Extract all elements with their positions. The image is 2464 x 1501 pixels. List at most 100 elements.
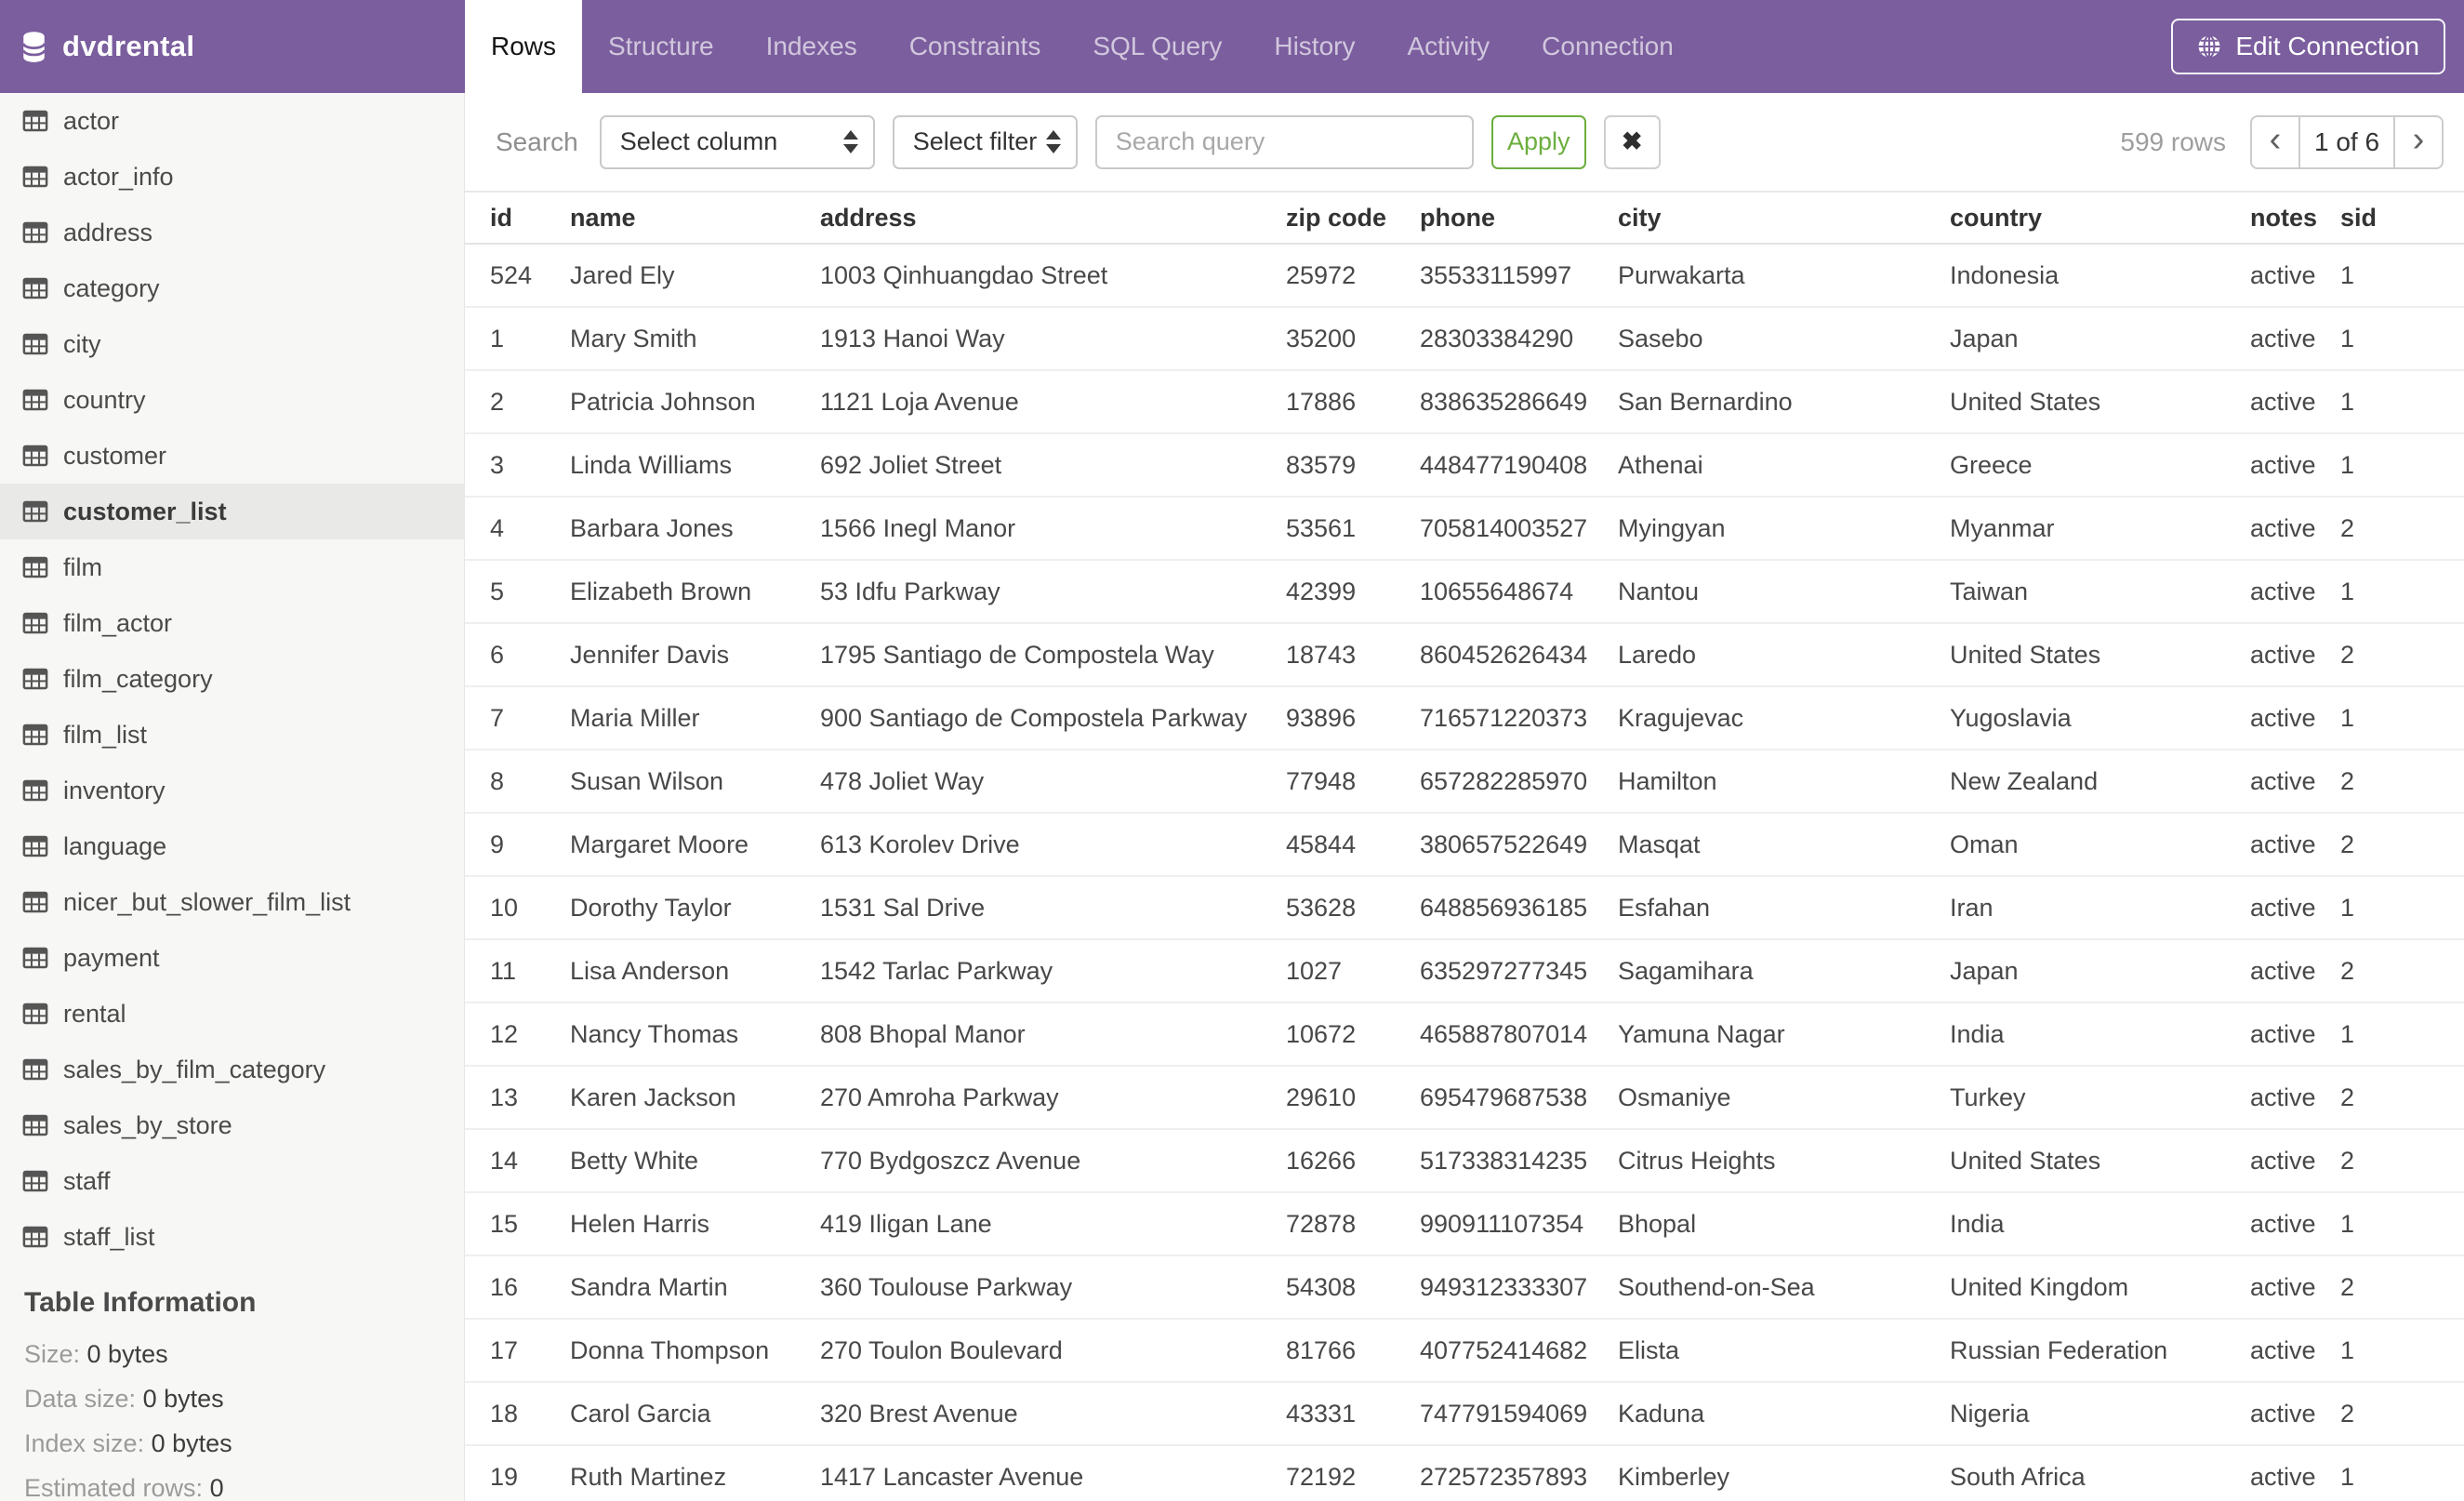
sidebar-item-table[interactable]: address: [0, 205, 464, 260]
cell-zip-code: 77948: [1286, 750, 1420, 814]
table-row[interactable]: 1 Mary Smith 1913 Hanoi Way 35200 283033…: [465, 307, 2464, 371]
sidebar-item-table[interactable]: nicer_but_slower_film_list: [0, 874, 464, 930]
sidebar-item-table[interactable]: actor: [0, 93, 464, 149]
table-row[interactable]: 6 Jennifer Davis 1795 Santiago de Compos…: [465, 623, 2464, 687]
cell-zip-code: 35200: [1286, 307, 1420, 371]
sidebar-item-table[interactable]: film_actor: [0, 595, 464, 651]
table-row[interactable]: 18 Carol Garcia 320 Brest Avenue 43331 7…: [465, 1382, 2464, 1446]
table-row[interactable]: 8 Susan Wilson 478 Joliet Way 77948 6572…: [465, 750, 2464, 814]
search-query-input[interactable]: [1094, 114, 1474, 169]
table-row[interactable]: 10 Dorothy Taylor 1531 Sal Drive 53628 6…: [465, 876, 2464, 940]
sidebar-item-table[interactable]: film: [0, 539, 464, 595]
sidebar-item-table[interactable]: inventory: [0, 763, 464, 818]
table-row[interactable]: 7 Maria Miller 900 Santiago de Compostel…: [465, 686, 2464, 750]
column-header[interactable]: address: [820, 193, 1286, 245]
table-row[interactable]: 13 Karen Jackson 270 Amroha Parkway 2961…: [465, 1066, 2464, 1130]
sidebar-item-table[interactable]: staff: [0, 1153, 464, 1209]
cell-phone: 380657522649: [1420, 813, 1618, 877]
cell-sid: 2: [2340, 497, 2464, 561]
sidebar-item-label: staff: [63, 1166, 111, 1195]
table-row[interactable]: 14 Betty White 770 Bydgoszcz Avenue 1626…: [465, 1129, 2464, 1193]
table-row[interactable]: 16 Sandra Martin 360 Toulouse Parkway 54…: [465, 1255, 2464, 1320]
sidebar-item-table[interactable]: payment: [0, 930, 464, 986]
table-row[interactable]: 2 Patricia Johnson 1121 Loja Avenue 1788…: [465, 370, 2464, 434]
table-row[interactable]: 11 Lisa Anderson 1542 Tarlac Parkway 102…: [465, 939, 2464, 1003]
cell-address: 1531 Sal Drive: [820, 876, 1286, 940]
edit-connection-button[interactable]: Edit Connection: [2171, 19, 2445, 74]
table-icon: [22, 1168, 48, 1194]
table-icon: [22, 164, 48, 190]
table-icon: [22, 443, 48, 469]
sidebar-item-table[interactable]: staff_list: [0, 1209, 464, 1265]
table-information-row: Data size: 0 bytes: [24, 1376, 440, 1421]
column-header[interactable]: country: [1950, 193, 2250, 245]
tab[interactable]: SQL Query: [1066, 0, 1248, 93]
column-header[interactable]: id: [465, 193, 570, 245]
cell-sid: 2: [2340, 623, 2464, 687]
column-select[interactable]: Select column: [599, 114, 875, 169]
sidebar-item-label: country: [63, 385, 146, 414]
sidebar-item-table[interactable]: film_category: [0, 651, 464, 707]
cell-zip-code: 72192: [1286, 1445, 1420, 1501]
table-row[interactable]: 15 Helen Harris 419 Iligan Lane 72878 99…: [465, 1192, 2464, 1256]
tab[interactable]: Constraints: [883, 0, 1067, 93]
cell-sid: 2: [2340, 1129, 2464, 1193]
sidebar-item-table[interactable]: film_list: [0, 707, 464, 763]
sidebar-item-table[interactable]: customer_list: [0, 484, 464, 539]
sidebar-item-table[interactable]: rental: [0, 986, 464, 1042]
sidebar-item-table[interactable]: country: [0, 372, 464, 428]
search-label: Search: [496, 126, 578, 156]
column-header[interactable]: zip code: [1286, 193, 1420, 245]
tab[interactable]: Activity: [1381, 0, 1516, 93]
cell-phone: 10655648674: [1420, 560, 1618, 624]
column-header[interactable]: notes: [2250, 193, 2340, 245]
cell-id: 18: [465, 1382, 570, 1446]
column-header[interactable]: name: [570, 193, 820, 245]
column-header[interactable]: sid: [2340, 193, 2464, 245]
sidebar-item-table[interactable]: customer: [0, 428, 464, 484]
sidebar-item-table[interactable]: language: [0, 818, 464, 874]
cell-sid: 2: [2340, 1066, 2464, 1130]
table-header-row: id name address zip code phone city coun…: [465, 193, 2464, 245]
table-row[interactable]: 17 Donna Thompson 270 Toulon Boulevard 8…: [465, 1319, 2464, 1383]
tab[interactable]: Indexes: [740, 0, 883, 93]
apply-button[interactable]: Apply: [1490, 114, 1586, 169]
table-row[interactable]: 524 Jared Ely 1003 Qinhuangdao Street 25…: [465, 244, 2464, 308]
table-row[interactable]: 19 Ruth Martinez 1417 Lancaster Avenue 7…: [465, 1445, 2464, 1501]
cell-city: Sagamihara: [1618, 939, 1950, 1003]
sidebar-item-label: staff_list: [63, 1222, 155, 1251]
sidebar-item-table[interactable]: sales_by_store: [0, 1097, 464, 1153]
cell-notes: active: [2250, 750, 2340, 814]
table-icon: [22, 666, 48, 692]
cell-city: Purwakarta: [1618, 244, 1950, 308]
tab[interactable]: Connection: [1516, 0, 1700, 93]
tab[interactable]: History: [1248, 0, 1381, 93]
clear-filter-button[interactable]: ✖: [1603, 114, 1661, 169]
previous-page-button[interactable]: ‹: [2252, 117, 2298, 167]
column-header[interactable]: phone: [1420, 193, 1618, 245]
filter-select[interactable]: Select filter: [892, 114, 1078, 169]
sidebar-item-table[interactable]: sales_by_film_category: [0, 1042, 464, 1097]
cell-zip-code: 18743: [1286, 623, 1420, 687]
table-information-panel: Table Information Size: 0 bytes Data siz…: [0, 1265, 464, 1501]
table-row[interactable]: 4 Barbara Jones 1566 Inegl Manor 53561 7…: [465, 497, 2464, 561]
tab[interactable]: Rows: [465, 0, 583, 93]
sidebar-item-table[interactable]: actor_info: [0, 149, 464, 205]
next-page-button[interactable]: ›: [2395, 117, 2442, 167]
cell-city: Athenai: [1618, 433, 1950, 498]
column-header[interactable]: city: [1618, 193, 1950, 245]
cell-notes: active: [2250, 686, 2340, 750]
select-arrows-icon: [842, 130, 858, 153]
cell-notes: active: [2250, 1255, 2340, 1320]
cell-city: Myingyan: [1618, 497, 1950, 561]
cell-sid: 1: [2340, 686, 2464, 750]
table-row[interactable]: 12 Nancy Thomas 808 Bhopal Manor 10672 4…: [465, 1003, 2464, 1067]
sidebar-item-table[interactable]: category: [0, 260, 464, 316]
table-row[interactable]: 5 Elizabeth Brown 53 Idfu Parkway 42399 …: [465, 560, 2464, 624]
cell-phone: 695479687538: [1420, 1066, 1618, 1130]
table-row[interactable]: 9 Margaret Moore 613 Korolev Drive 45844…: [465, 813, 2464, 877]
table-row[interactable]: 3 Linda Williams 692 Joliet Street 83579…: [465, 433, 2464, 498]
sidebar: actor actor_info address category city c…: [0, 93, 465, 1501]
sidebar-item-table[interactable]: city: [0, 316, 464, 372]
tab[interactable]: Structure: [582, 0, 740, 93]
